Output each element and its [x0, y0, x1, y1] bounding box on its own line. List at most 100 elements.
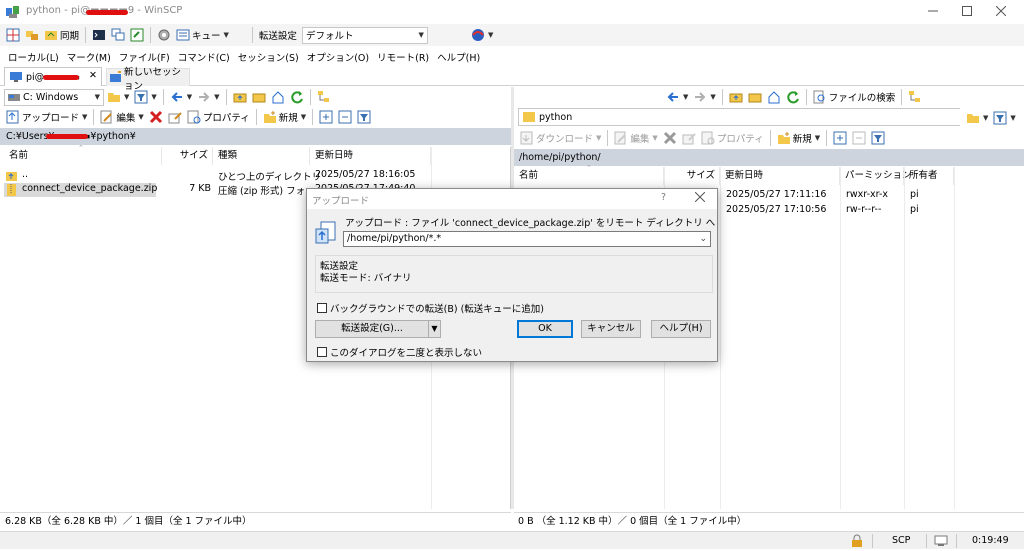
local-parent-dir-button[interactable]: [231, 88, 249, 106]
upload-label: アップロード: [22, 113, 80, 124]
remote-select-all-button[interactable]: [831, 129, 849, 147]
table-row[interactable]: .. ひとつ上のディレクトリ 2025/05/27 18:16:05: [4, 169, 504, 183]
file-name: connect_device_package.zip: [22, 183, 158, 194]
local-rename-button[interactable]: [166, 108, 184, 126]
dialog-title-bar: アップロード ?: [307, 189, 717, 209]
local-unselect-button[interactable]: [336, 108, 354, 126]
find-files-button[interactable]: ファイルの検索: [811, 88, 898, 106]
maximize-button[interactable]: [952, 2, 982, 22]
col-owner[interactable]: 所有者: [904, 167, 954, 185]
local-delete-button[interactable]: [147, 108, 165, 126]
col-size[interactable]: サイズ: [162, 147, 213, 165]
remote-open-dir-button[interactable]: ▼: [964, 109, 990, 127]
menu-item[interactable]: セッション(S): [238, 50, 299, 64]
col-permissions[interactable]: パーミッション: [840, 167, 912, 185]
menu-item[interactable]: オプション(O): [307, 50, 369, 64]
local-select-all-button[interactable]: [317, 108, 335, 126]
local-filter-select-button[interactable]: [355, 108, 373, 126]
root-folder-icon: [748, 93, 762, 103]
menu-item[interactable]: コマンド(C): [178, 50, 230, 64]
sync-button[interactable]: 同期: [42, 26, 81, 44]
local-path-bar[interactable]: C:¥Users¥▬▬▬▬¥python¥: [0, 128, 511, 145]
dialog-close-icon[interactable]: [694, 191, 706, 205]
dialog-help-icon[interactable]: ?: [661, 192, 666, 203]
status-divider: [926, 534, 927, 548]
remote-rename-button[interactable]: [680, 129, 698, 147]
local-edit-button[interactable]: 編集 ▼: [98, 108, 145, 126]
remote-dir-select[interactable]: python ▼: [518, 108, 1014, 126]
local-tree-button[interactable]: [315, 88, 333, 106]
remote-filter-button[interactable]: ▼: [991, 109, 1017, 127]
close-window-button[interactable]: [986, 2, 1016, 22]
remote-unselect-button[interactable]: [850, 129, 868, 147]
putty-button[interactable]: [128, 26, 146, 44]
title-bar: python - pi@▬▬▬▬9 - WinSCP: [0, 0, 1024, 24]
session-color-button[interactable]: ▼: [469, 26, 495, 44]
remote-back-button[interactable]: ▼: [664, 88, 690, 106]
local-forward-button[interactable]: ▼: [195, 88, 221, 106]
queue-button[interactable]: キュー ▼: [174, 26, 231, 44]
local-home-button[interactable]: [269, 88, 287, 106]
terminal-button[interactable]: [90, 26, 108, 44]
menu-item[interactable]: マーク(M): [67, 50, 111, 64]
transfer-settings-button[interactable]: 転送設定(G)... ▼: [315, 320, 441, 338]
compare-dirs-button[interactable]: [23, 26, 41, 44]
tab-session[interactable]: pi@▬▬▬▬ ✕: [4, 67, 102, 86]
close-tab-icon[interactable]: ✕: [89, 70, 97, 81]
dont-show-checkbox[interactable]: このダイアログを二度と表示しない: [317, 345, 482, 359]
windows-icon: [111, 28, 125, 41]
remote-properties-button[interactable]: プロパティ: [699, 129, 766, 147]
remote-delete-button[interactable]: [661, 129, 679, 147]
local-properties-button[interactable]: プロパティ: [185, 108, 252, 126]
remote-refresh-button[interactable]: [784, 88, 802, 106]
copy-window-button[interactable]: [109, 26, 127, 44]
col-size[interactable]: サイズ: [664, 167, 720, 185]
menu-item[interactable]: リモート(R): [377, 50, 429, 64]
chevron-down-icon: ▼: [983, 114, 989, 122]
local-filter-button[interactable]: ▼: [132, 88, 158, 106]
local-open-dir-button[interactable]: ▼: [105, 88, 131, 106]
target-path-value: /home/pi/python/*.*: [347, 233, 442, 244]
local-refresh-button[interactable]: [288, 88, 306, 106]
drive-select[interactable]: C: Windows ▼: [4, 88, 104, 106]
col-type[interactable]: 種類: [213, 147, 310, 165]
menu-item[interactable]: ローカル(L): [8, 50, 59, 64]
local-layout-button[interactable]: [4, 26, 22, 44]
menu-item[interactable]: ヘルプ(H): [437, 50, 480, 64]
menu-item[interactable]: ファイル(F): [119, 50, 170, 64]
local-back-button[interactable]: ▼: [168, 88, 194, 106]
ok-button[interactable]: OK: [517, 320, 573, 338]
target-path-combo[interactable]: /home/pi/python/*.* ⌄: [343, 231, 711, 247]
col-modified[interactable]: 更新日時: [720, 167, 840, 185]
home-icon: [768, 91, 780, 104]
local-action-toolbar: アップロード ▼ 編集 ▼ プロパティ 新規 ▼: [0, 107, 510, 127]
remote-filter-select-button[interactable]: [869, 129, 887, 147]
separator: [805, 89, 807, 105]
remote-tree-button[interactable]: [906, 88, 924, 106]
local-root-dir-button[interactable]: [250, 88, 268, 106]
file-size: 7 KB: [189, 183, 211, 194]
tab-new-session[interactable]: 新しいセッション: [106, 67, 190, 92]
col-modified[interactable]: 更新日時: [310, 147, 431, 165]
background-transfer-checkbox[interactable]: バックグラウンドでの転送(B) (転送キューに追加): [317, 301, 544, 315]
upload-icon: [6, 110, 19, 124]
help-button[interactable]: ヘルプ(H): [651, 320, 711, 338]
remote-new-button[interactable]: 新規 ▼: [775, 129, 822, 147]
upload-button[interactable]: アップロード ▼: [4, 108, 89, 126]
chevron-down-icon: ▼: [124, 93, 130, 101]
minimize-button[interactable]: [918, 2, 948, 22]
split-dropdown-icon[interactable]: ▼: [428, 321, 440, 337]
local-status-text: 6.28 KB（全 6.28 KB 中）／ 1 個目（全 1 ファイル中）: [5, 516, 252, 527]
remote-forward-button[interactable]: ▼: [691, 88, 717, 106]
download-button[interactable]: ダウンロード ▼: [518, 129, 603, 147]
remote-home-button[interactable]: [765, 88, 783, 106]
cancel-button[interactable]: キャンセル: [581, 320, 641, 338]
local-new-button[interactable]: 新規 ▼: [261, 108, 308, 126]
file-owner: pi: [910, 189, 919, 200]
remote-edit-button[interactable]: 編集 ▼: [612, 129, 659, 147]
local-status: 6.28 KB（全 6.28 KB 中）／ 1 個目（全 1 ファイル中）: [0, 512, 511, 530]
settings-button[interactable]: [155, 26, 173, 44]
remote-parent-dir-button[interactable]: [727, 88, 745, 106]
transfer-preset-select[interactable]: デフォルト ▼: [301, 26, 428, 44]
remote-root-dir-button[interactable]: [746, 88, 764, 106]
